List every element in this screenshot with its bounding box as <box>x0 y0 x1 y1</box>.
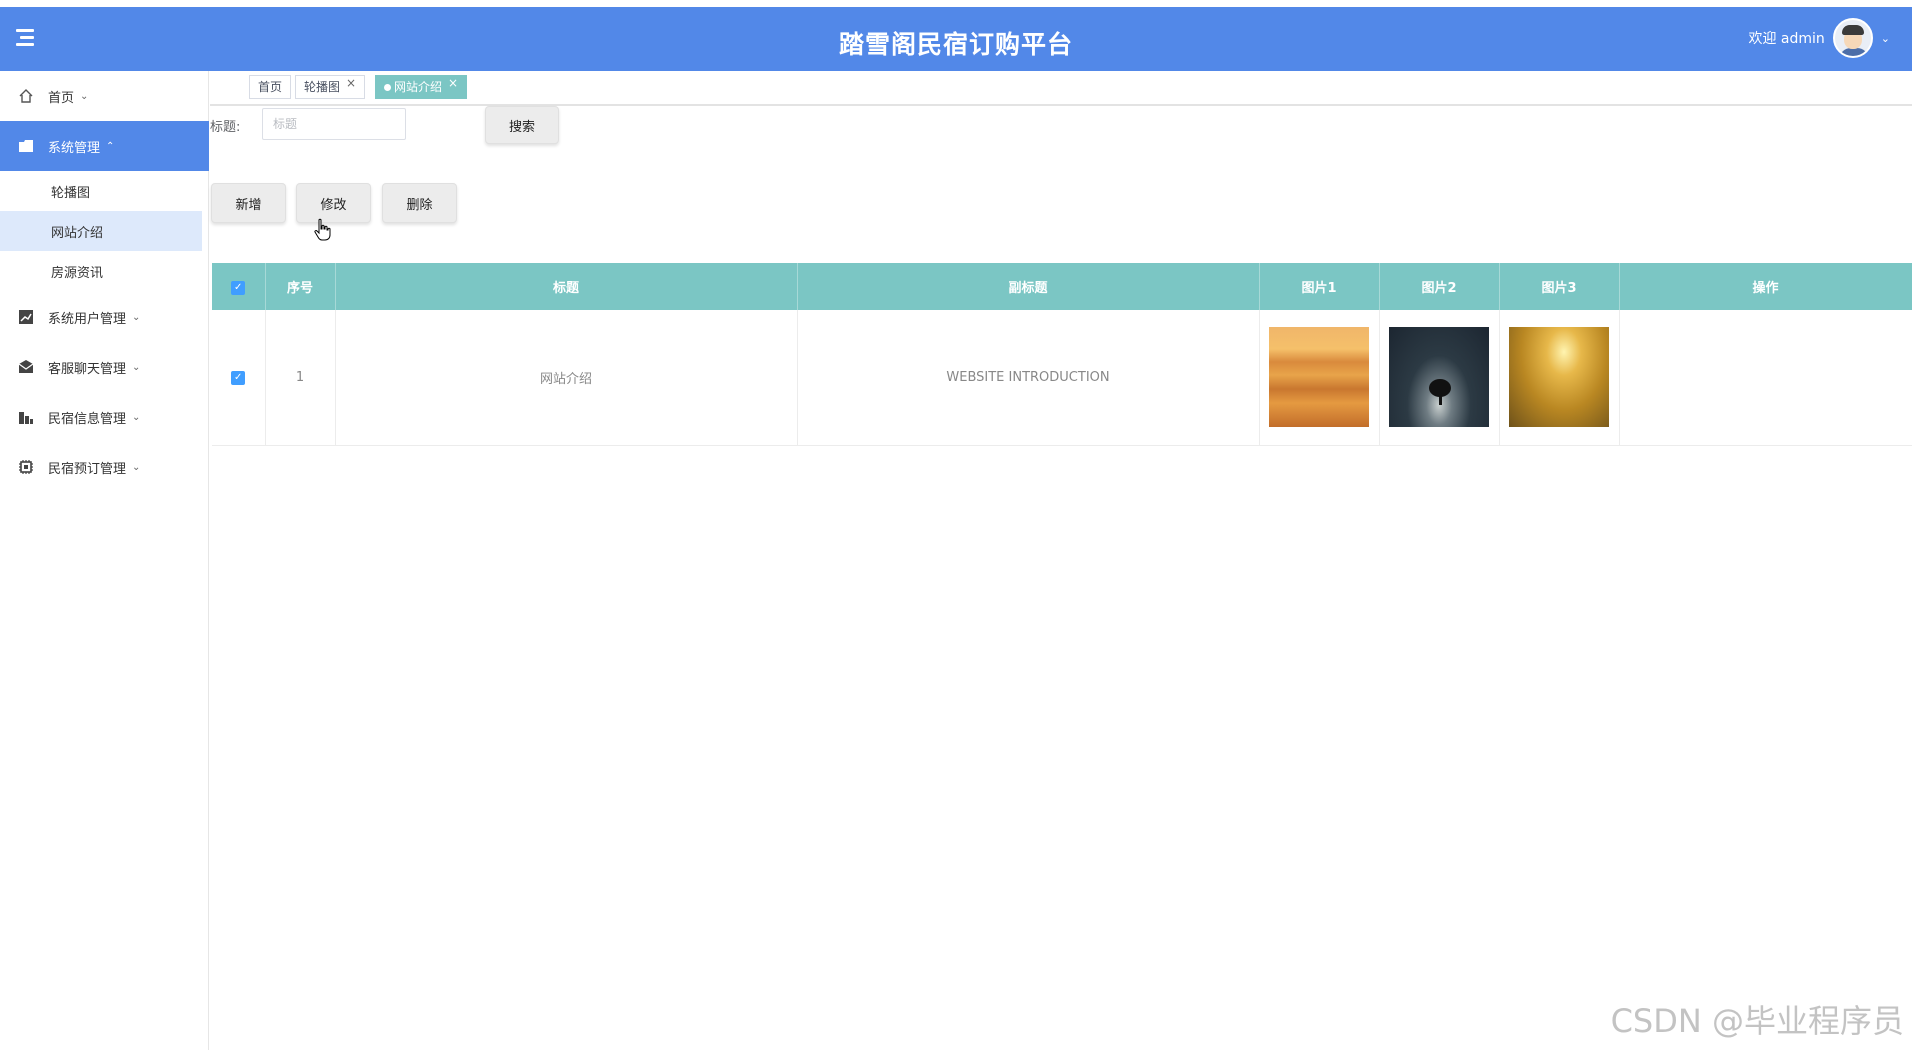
sidebar: 首页 ⌄ 系统管理 ⌃ 轮播图 网站介绍 房源资讯 系统用户管理 ⌄ 客服聊天管… <box>0 71 209 1050</box>
sidebar-item-system[interactable]: 系统管理 ⌃ <box>0 121 209 171</box>
column-header: 图片1 <box>1259 263 1380 310</box>
watermark: CSDN @毕业程序员 <box>1610 1002 1904 1040</box>
column-header: 副标题 <box>797 263 1260 310</box>
row-index: 1 <box>265 310 336 446</box>
checkbox-checked-icon[interactable]: ✓ <box>231 371 246 386</box>
welcome-text: 欢迎 admin <box>1748 31 1825 47</box>
edit-button[interactable]: 修改 <box>296 183 371 223</box>
add-button[interactable]: 新增 <box>211 183 286 223</box>
sidebar-subitem-site-intro[interactable]: 网站介绍 <box>0 211 202 251</box>
row-image-2-cell <box>1379 310 1500 446</box>
table-row[interactable]: ✓ 1 网站介绍 WEBSITE INTRODUCTION <box>212 310 1912 446</box>
sidebar-item-booking[interactable]: 民宿预订管理 ⌄ <box>0 442 209 492</box>
chevron-down-icon: ⌄ <box>132 361 141 373</box>
top-strip <box>0 0 1912 7</box>
folder-icon <box>18 138 34 154</box>
row-image-3-cell <box>1499 310 1620 446</box>
user-menu[interactable]: 欢迎 admin ⌄ <box>1748 16 1890 60</box>
tab-label: 网站介绍 <box>394 80 443 94</box>
close-icon[interactable]: × <box>448 76 458 90</box>
sidebar-item-system-users[interactable]: 系统用户管理 ⌄ <box>0 292 209 342</box>
home-icon <box>18 88 34 104</box>
sidebar-subitem-label: 轮播图 <box>51 185 91 201</box>
table-header-row: ✓ 序号 标题 副标题 图片1 图片2 图片3 操作 <box>212 263 1912 310</box>
mail-icon <box>18 359 34 375</box>
row-actions-cell <box>1619 310 1912 446</box>
close-icon[interactable]: × <box>346 76 356 90</box>
search-label: 标题: <box>210 120 241 135</box>
sidebar-item-label: 民宿预订管理 <box>48 461 127 477</box>
golden-wheat-image[interactable] <box>1509 327 1609 428</box>
header: 踏雪阁民宿订购平台 欢迎 admin ⌄ <box>0 7 1912 71</box>
page: 踏雪阁民宿订购平台 欢迎 admin ⌄ 首页 ⌄ 系统管理 ⌃ 轮播图 网站介… <box>0 0 1912 1050</box>
chevron-down-icon[interactable]: ⌄ <box>1881 32 1890 45</box>
search-button[interactable]: 搜索 <box>485 106 559 144</box>
sidebar-item-label: 客服聊天管理 <box>48 361 127 377</box>
app-title: 踏雪阁民宿订购平台 <box>838 30 1073 59</box>
row-image-1-cell <box>1259 310 1380 446</box>
data-table: ✓ 序号 标题 副标题 图片1 图片2 图片3 操作 ✓ 1 网站介绍 WEBS… <box>212 263 1912 446</box>
column-header: 图片3 <box>1499 263 1620 310</box>
sidebar-subitem-label: 房源资讯 <box>51 265 104 281</box>
tab-label: 轮播图 <box>304 80 341 94</box>
chevron-down-icon: ⌄ <box>132 411 141 423</box>
chip-icon <box>18 459 34 475</box>
chevron-down-icon: ⌄ <box>132 461 141 473</box>
delete-button[interactable]: 删除 <box>382 183 457 223</box>
row-select-cell[interactable]: ✓ <box>212 310 266 446</box>
sidebar-item-label: 系统管理 <box>48 140 101 156</box>
hand-cursor-icon <box>314 218 331 241</box>
tab-home[interactable]: 首页 <box>249 75 292 99</box>
sidebar-item-homestay-info[interactable]: 民宿信息管理 ⌄ <box>0 392 209 442</box>
chevron-up-icon: ⌃ <box>106 140 115 152</box>
building-icon <box>18 409 34 425</box>
wheat-field-sunset-image[interactable] <box>1269 327 1369 428</box>
column-header: 图片2 <box>1379 263 1500 310</box>
sidebar-item-label: 首页 <box>48 90 75 106</box>
sidebar-subitem-carousel[interactable]: 轮播图 <box>0 171 202 211</box>
column-header: 序号 <box>265 263 336 310</box>
tabs-bar: 首页 轮播图 × 网站介绍 × <box>210 71 1912 106</box>
tab-site-intro[interactable]: 网站介绍 × <box>375 75 468 99</box>
column-header: 标题 <box>335 263 798 310</box>
chevron-down-icon: ⌄ <box>132 311 141 323</box>
row-subtitle: WEBSITE INTRODUCTION <box>797 310 1260 446</box>
sidebar-item-chat[interactable]: 客服聊天管理 ⌄ <box>0 342 209 392</box>
checkbox-checked-icon[interactable]: ✓ <box>231 280 246 295</box>
sidebar-item-label: 民宿信息管理 <box>48 411 127 427</box>
tab-carousel[interactable]: 轮播图 × <box>295 75 366 99</box>
sidebar-item-home[interactable]: 首页 ⌄ <box>0 71 209 121</box>
chart-icon <box>18 309 34 325</box>
chevron-down-icon: ⌄ <box>80 90 89 102</box>
sidebar-subitem-listing-news[interactable]: 房源资讯 <box>0 251 202 291</box>
tab-label: 首页 <box>258 80 283 94</box>
column-header: 操作 <box>1619 263 1912 310</box>
night-tree-image[interactable] <box>1389 327 1489 428</box>
sidebar-subitem-label: 网站介绍 <box>51 225 104 241</box>
sidebar-item-label: 系统用户管理 <box>48 311 127 327</box>
row-title: 网站介绍 <box>335 310 798 446</box>
title-search-input[interactable] <box>262 108 406 140</box>
avatar[interactable] <box>1832 18 1873 58</box>
select-all-header[interactable]: ✓ <box>212 263 266 310</box>
active-dot-icon <box>384 84 391 91</box>
